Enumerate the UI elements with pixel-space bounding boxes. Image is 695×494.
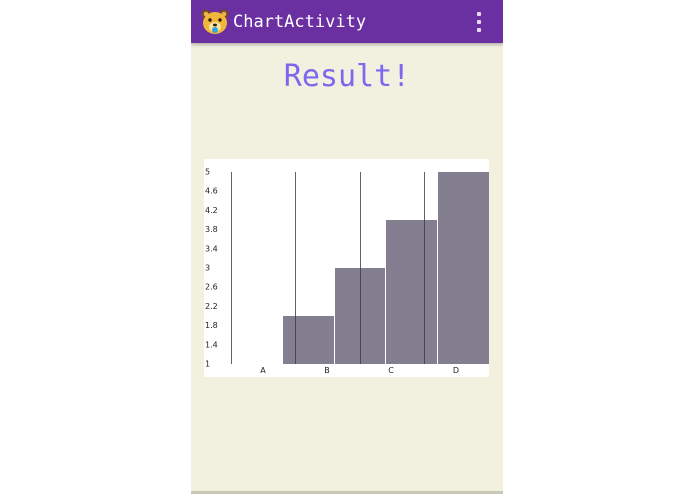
bear-face-icon (201, 9, 229, 34)
y-tick-label: 5 (205, 168, 210, 177)
result-heading: Result! (283, 59, 411, 94)
app-bar: ChartActivity (191, 0, 503, 43)
y-tick-label: 2.6 (205, 283, 218, 292)
x-category-label: B (324, 366, 330, 375)
bar-3 (334, 268, 385, 364)
y-tick-label: 1.4 (205, 340, 218, 349)
overflow-menu-icon[interactable] (471, 10, 487, 34)
app-title: ChartActivity (233, 12, 367, 32)
x-category-label: C (388, 366, 394, 375)
x-category-label: A (260, 366, 266, 375)
bar-5 (437, 172, 489, 364)
y-tick-label: 3.8 (205, 225, 218, 234)
y-tick-label: 2.2 (205, 302, 218, 311)
x-category-label: D (453, 366, 459, 375)
bar-2 (282, 316, 334, 364)
y-tick-label: 1 (205, 360, 210, 369)
bar-4 (385, 220, 437, 364)
y-tick-label: 3.4 (205, 244, 218, 253)
phone-screen: ChartActivity Result! 5 4.6 4.2 3.8 3.4 3 2.6 2… (191, 0, 503, 494)
y-tick-label: 1.8 (205, 321, 218, 330)
y-tick-label: 4.6 (205, 187, 218, 196)
bar-chart: 5 4.6 4.2 3.8 3.4 3 2.6 2.2 1.8 1.4 1 A B C D (205, 168, 489, 375)
y-tick-label: 4.2 (205, 206, 218, 215)
chart-card: 5 4.6 4.2 3.8 3.4 3 2.6 2.2 1.8 1.4 1 A B C D (204, 159, 489, 377)
y-tick-label: 3 (205, 264, 210, 273)
